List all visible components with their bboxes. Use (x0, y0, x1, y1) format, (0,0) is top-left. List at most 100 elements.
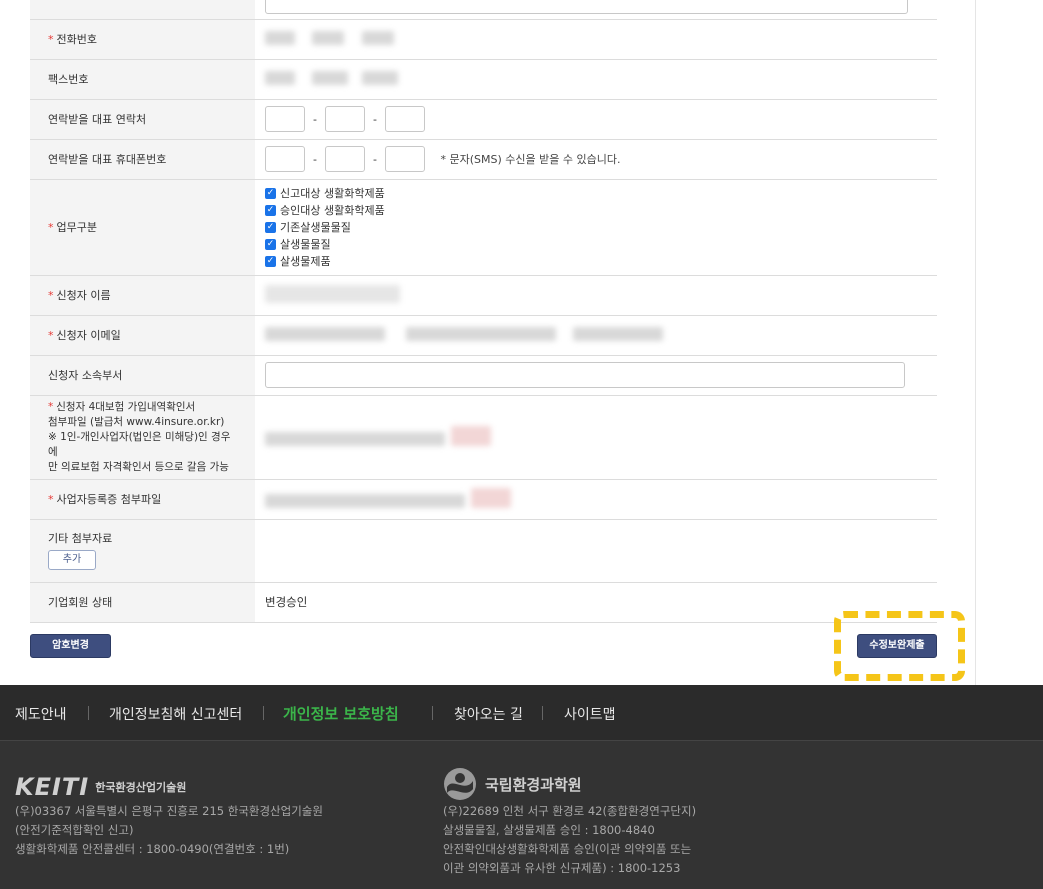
insurance-file[interactable] (255, 395, 937, 480)
contact-input-3[interactable] (385, 106, 425, 132)
address-line: (우)22689 인천 서구 환경로 42(종합환경연구단지) (443, 804, 697, 818)
insurance-source: 첨부파일 (발급처 www.4insure.or.kr) (48, 415, 225, 428)
address-line: 살생물물질, 살생물제품 승인 : 1800-4840 (443, 823, 655, 837)
checkbox-checked-icon: ✓ (265, 204, 276, 216)
member-info-form: * 전화번호 팩스번호 연락받을 대표 연락처 -- 연락받을 대표 휴대폰번호 … (30, 0, 937, 623)
insurance-label: 신청자 4대보험 가입내역확인서 (56, 400, 196, 413)
checkbox-business-5[interactable]: ✓ 살생물제품 (265, 253, 927, 270)
form-row-applicant-email: * 신청자 이메일 (30, 315, 937, 356)
sms-note: * 문자(SMS) 수신을 받을 수 있습니다. (440, 153, 621, 166)
checkbox-checked-icon: ✓ (265, 221, 276, 233)
applicant-name-label: 신청자 이름 (56, 288, 111, 302)
dash: - (313, 152, 317, 166)
footer-link-system-guide[interactable]: 제도안내 (15, 704, 67, 724)
business-checkboxes: ✓ 신고대상 생활화학제품 ✓ 승인대상 생활화학제품 ✓ 기존살생물물질 ✓ 살생물물… (255, 179, 937, 276)
form-row-phone: * 전화번호 (30, 19, 937, 60)
form-row-address-detail (30, 0, 937, 20)
checkbox-checked-icon: ✓ (265, 187, 276, 199)
nier-address: (우)22689 인천 서구 환경로 42(종합환경연구단지) 살생물물질, 살… (443, 802, 696, 878)
mobile-label: 연락받을 대표 휴대폰번호 (48, 152, 167, 166)
address-line: 생활화학제품 안전콜센터 : 1800-0490(연결번호 : 1번) (15, 842, 290, 856)
phone-value (255, 19, 937, 60)
password-change-button[interactable]: 암호변경 (30, 634, 111, 658)
nier-logo: 국립환경과학원 (443, 767, 582, 801)
form-row-mobile: 연락받을 대표 휴대폰번호 - - * 문자(SMS) 수신을 받을 수 있습니다… (30, 139, 937, 180)
required-mark: * (48, 400, 54, 413)
applicant-dept-label: 신청자 소속부서 (48, 368, 123, 382)
footer-link-sitemap[interactable]: 사이트맵 (564, 704, 616, 724)
add-attachment-button[interactable]: 추가 (48, 550, 96, 570)
applicant-name-value (255, 275, 937, 316)
contact-input-2[interactable] (325, 106, 365, 132)
address-line: 안전확인대상생활화학제품 승인(이관 의약외품 또는 (443, 842, 692, 856)
checkbox-label: 살생물제품 (280, 255, 331, 268)
form-row-applicant-name: * 신청자 이름 (30, 275, 937, 316)
status-label: 기업회원 상태 (48, 595, 113, 609)
mobile-input-1[interactable] (265, 146, 305, 172)
insurance-note-1: ※ 1인-개인사업자(법인은 미해당)인 경우에 (48, 430, 231, 458)
form-row-other: 기타 첨부자료 추가 (30, 519, 937, 583)
checkbox-business-1[interactable]: ✓ 신고대상 생활화학제품 (265, 185, 927, 202)
form-row-applicant-dept: 신청자 소속부서 (30, 355, 937, 396)
keiti-logo-mark: KEITI (15, 773, 90, 801)
content-border (975, 0, 976, 685)
address-line: (안전기준적합확인 신고) (15, 823, 134, 837)
contact-input-1[interactable] (265, 106, 305, 132)
form-row-status: 기업회원 상태 변경승인 (30, 582, 937, 623)
insurance-note-2: 만 의료보험 자격확인서 등으로 갈음 가능 (48, 460, 229, 473)
footer-info: KEITI 한국환경산업기술원 (우)03367 서울특별시 은평구 진흥로 2… (0, 741, 1043, 889)
address-detail-input[interactable] (265, 0, 908, 15)
nier-emblem-icon (444, 768, 476, 800)
dash: - (313, 112, 317, 126)
checkbox-label: 승인대상 생활화학제품 (280, 204, 385, 217)
keiti-name: 한국환경산업기술원 (95, 781, 187, 794)
content-area: * 전화번호 팩스번호 연락받을 대표 연락처 -- 연락받을 대표 휴대폰번호 … (0, 0, 1043, 685)
divider (542, 706, 543, 720)
row-label-address (30, 0, 255, 20)
phone-label: 전화번호 (56, 32, 97, 46)
status-value: 변경승인 (265, 595, 308, 609)
checkbox-business-4[interactable]: ✓ 살생물물질 (265, 236, 927, 253)
highlight-annotation (834, 611, 965, 681)
checkbox-business-3[interactable]: ✓ 기존살생물물질 (265, 219, 927, 236)
dash: - (373, 152, 377, 166)
address-line: 이관 의약외품과 유사한 신규제품) : 1800-1253 (443, 861, 681, 875)
other-attachment-label: 기타 첨부자료 (48, 532, 113, 545)
applicant-email-label: 신청자 이메일 (56, 328, 121, 342)
mobile-input-2[interactable] (325, 146, 365, 172)
fax-value (255, 59, 937, 100)
checkbox-label: 기존살생물물질 (280, 221, 351, 234)
divider (432, 706, 433, 720)
required-mark: * (48, 288, 54, 302)
required-mark: * (48, 328, 54, 342)
nier-name: 국립환경과학원 (485, 775, 582, 794)
fax-label: 팩스번호 (48, 72, 89, 86)
required-mark: * (48, 32, 54, 46)
form-row-fax: 팩스번호 (30, 59, 937, 100)
required-mark: * (48, 492, 54, 506)
bizreg-label: 사업자등록증 첨부파일 (56, 492, 162, 506)
checkbox-label: 신고대상 생활화학제품 (280, 187, 385, 200)
applicant-email-value (255, 315, 937, 356)
dash: - (373, 112, 377, 126)
footer-link-privacy-policy[interactable]: 개인정보 보호방침 (283, 703, 399, 724)
mobile-input-3[interactable] (385, 146, 425, 172)
checkbox-checked-icon: ✓ (265, 255, 276, 267)
footer-nav: 제도안내 개인정보침해 신고센터 개인정보 보호방침 찾아오는 길 사이트맵 (0, 685, 1043, 741)
footer-link-directions[interactable]: 찾아오는 길 (454, 704, 523, 724)
footer-link-privacy-report[interactable]: 개인정보침해 신고센터 (109, 704, 242, 724)
contact-label: 연락받을 대표 연락처 (48, 112, 147, 126)
checkbox-checked-icon: ✓ (265, 238, 276, 250)
divider (263, 706, 264, 720)
keiti-address: (우)03367 서울특별시 은평구 진흥로 215 한국환경산업기술원 (안전… (15, 802, 323, 859)
form-row-bizreg: * 사업자등록증 첨부파일 (30, 479, 937, 520)
applicant-dept-input[interactable] (265, 362, 905, 388)
form-row-contact: 연락받을 대표 연락처 - - (30, 99, 937, 140)
bizreg-file[interactable] (255, 479, 937, 520)
checkbox-label: 살생물물질 (280, 238, 331, 251)
checkbox-business-2[interactable]: ✓ 승인대상 생활화학제품 (265, 202, 927, 219)
keiti-logo: KEITI 한국환경산업기술원 (15, 773, 186, 801)
business-label: 업무구분 (56, 220, 97, 234)
address-line: (우)03367 서울특별시 은평구 진흥로 215 한국환경산업기술원 (15, 804, 323, 818)
divider (88, 706, 89, 720)
